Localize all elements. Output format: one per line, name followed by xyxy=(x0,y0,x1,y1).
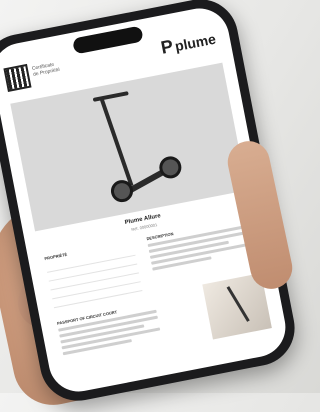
scooter-handlebar xyxy=(92,91,129,102)
brand-logo: Pplume xyxy=(159,28,217,59)
photo-scooter xyxy=(226,286,250,322)
brand-mark: P xyxy=(159,35,175,58)
scooter-stem xyxy=(99,98,134,187)
brand-name: plume xyxy=(173,30,218,55)
qr-code-icon[interactable] xyxy=(3,63,32,93)
certificate-label: Certificate de Propriété xyxy=(31,61,60,78)
